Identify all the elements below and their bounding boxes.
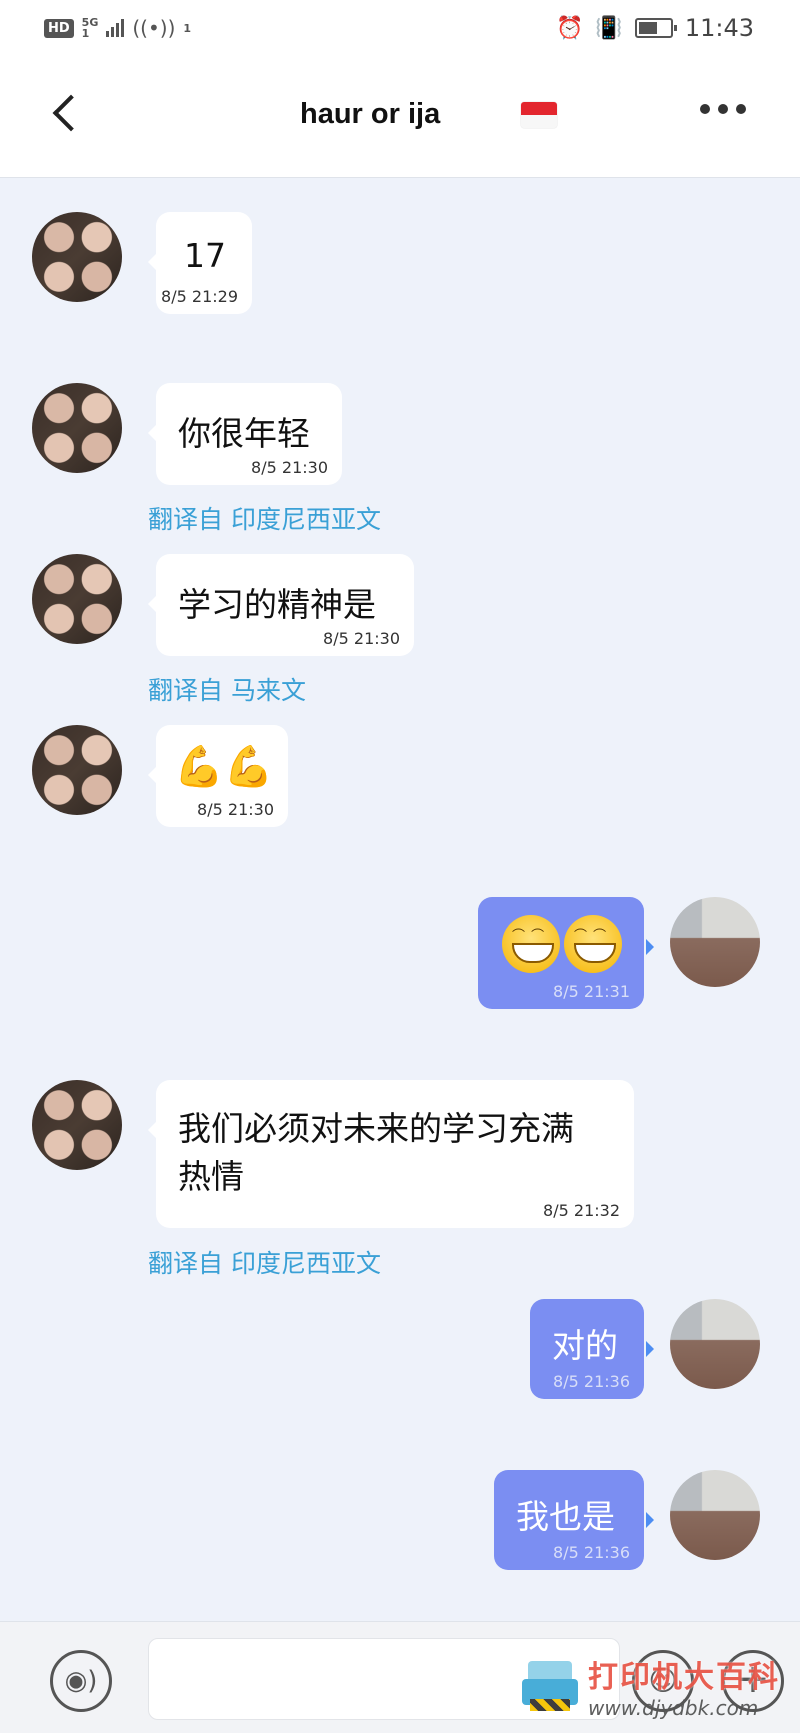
grinning-face-icon xyxy=(502,915,560,973)
message-time: 8/5 21:36 xyxy=(553,1543,630,1562)
status-left: HD 5G 1 ((•)) 1 xyxy=(44,16,191,40)
watermark-text: 打印机大百科 www.djydbk.com xyxy=(588,1652,780,1720)
my-message-bubble[interactable]: 8/5 21:31 xyxy=(478,897,654,1009)
message-time: 8/5 21:36 xyxy=(553,1372,630,1391)
message-text: 学习的精神是 xyxy=(178,585,376,624)
my-avatar[interactable] xyxy=(670,897,760,987)
printer-logo-icon xyxy=(520,1657,580,1715)
message-time: 8/5 21:30 xyxy=(251,458,328,477)
message-time: 8/5 21:30 xyxy=(197,800,274,819)
message-text: 我也是 xyxy=(516,1497,615,1536)
back-arrow-icon[interactable] xyxy=(44,88,88,142)
my-message-bubble[interactable]: 我也是 8/5 21:36 xyxy=(494,1470,654,1570)
more-options-icon[interactable] xyxy=(700,104,746,114)
watermark-title: 打印机大百科 xyxy=(588,1660,780,1695)
message-text-line1: 我们必须对未来的学习充满 xyxy=(178,1109,574,1148)
network-sub-label: 1 xyxy=(81,27,90,40)
indonesia-flag-icon xyxy=(521,102,557,128)
message-text-line2: 热情 xyxy=(178,1157,244,1196)
my-avatar[interactable] xyxy=(670,1299,760,1389)
chat-header: haur or ija xyxy=(0,60,800,178)
grinning-face-icon xyxy=(564,915,622,973)
status-right: ⏰ 📳 11:43 xyxy=(556,14,754,42)
contact-avatar[interactable] xyxy=(32,212,122,302)
contact-avatar[interactable] xyxy=(32,1080,122,1170)
message-time: 8/5 21:29 xyxy=(161,287,238,306)
translated-from-link[interactable]: 翻译自 印度尼西亚文 xyxy=(148,500,381,536)
message-bubble[interactable]: 我们必须对未来的学习充满 热情 8/5 21:32 xyxy=(148,1080,634,1228)
signal-icon xyxy=(106,19,125,37)
hd-badge: HD xyxy=(44,18,74,38)
my-avatar[interactable] xyxy=(670,1470,760,1560)
flexed-biceps-icon: 💪💪 xyxy=(174,744,274,790)
network-type: 5G 1 xyxy=(82,17,99,39)
battery-icon xyxy=(634,18,677,38)
voice-icon[interactable]: ◉) xyxy=(50,1650,112,1712)
message-bubble[interactable]: 💪💪 8/5 21:30 xyxy=(148,725,288,827)
grinning-face-icon xyxy=(502,915,626,973)
status-time: 11:43 xyxy=(684,14,754,42)
status-bar: HD 5G 1 ((•)) 1 ⏰ 📳 11:43 xyxy=(0,0,800,60)
translated-from-link[interactable]: 翻译自 印度尼西亚文 xyxy=(148,1244,381,1280)
battery-fill xyxy=(638,22,657,34)
message-bubble[interactable]: 学习的精神是 8/5 21:30 xyxy=(148,554,414,656)
chat-title: haur or ija xyxy=(300,98,441,130)
vibrate-icon: 📳 xyxy=(595,15,623,41)
message-text: 你很年轻 xyxy=(178,414,310,453)
hotspot-icon: ((•)) xyxy=(132,16,176,40)
translated-from-link[interactable]: 翻译自 马来文 xyxy=(148,671,306,707)
contact-avatar[interactable] xyxy=(32,383,122,473)
message-time: 8/5 21:31 xyxy=(553,982,630,1001)
watermark-url: www.djydbk.com xyxy=(588,1696,759,1720)
message-text: 17 xyxy=(184,236,226,275)
message-text: 对的 xyxy=(552,1326,618,1365)
my-message-bubble[interactable]: 对的 8/5 21:36 xyxy=(530,1299,654,1399)
message-bubble[interactable]: 你很年轻 8/5 21:30 xyxy=(148,383,342,485)
alarm-icon: ⏰ xyxy=(556,15,584,41)
message-time: 8/5 21:30 xyxy=(323,629,400,648)
watermark: 打印机大百科 www.djydbk.com xyxy=(520,1652,780,1720)
message-bubble[interactable]: 17 8/5 21:29 xyxy=(148,212,252,314)
message-time: 8/5 21:32 xyxy=(543,1201,620,1220)
contact-avatar[interactable] xyxy=(32,554,122,644)
hotspot-count: 1 xyxy=(183,21,192,35)
contact-avatar[interactable] xyxy=(32,725,122,815)
